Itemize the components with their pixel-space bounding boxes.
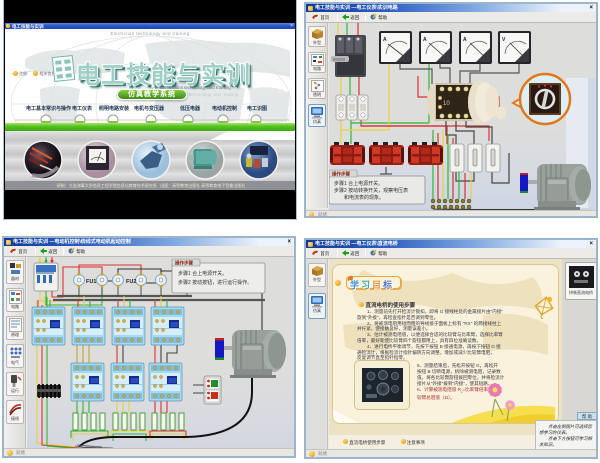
svg-text:步骤1 合上电源开关。: 步骤1 合上电源开关。 <box>178 270 227 277</box>
svg-text:和电流表的现象。: 和电流表的现象。 <box>344 194 384 201</box>
svg-text:10: 10 <box>443 101 450 107</box>
svg-text:FU1: FU1 <box>86 279 96 285</box>
svg-text:A: A <box>383 37 387 43</box>
svg-text:FU2: FU2 <box>126 279 136 285</box>
svg-text:步骤2 按动转换开关，观察电压表: 步骤2 按动转换开关，观察电压表 <box>334 187 408 194</box>
svg-text:步骤2 按动按钮，进行运行操作。: 步骤2 按动按钮，进行运行操作。 <box>178 279 252 286</box>
svg-text:步骤1 合上电源开关。: 步骤1 合上电源开关。 <box>334 180 383 187</box>
svg-text:操作步骤: 操作步骤 <box>332 171 350 178</box>
svg-text:A: A <box>423 37 427 43</box>
svg-text:操作步骤: 操作步骤 <box>175 260 193 267</box>
svg-text:A: A <box>463 37 467 43</box>
